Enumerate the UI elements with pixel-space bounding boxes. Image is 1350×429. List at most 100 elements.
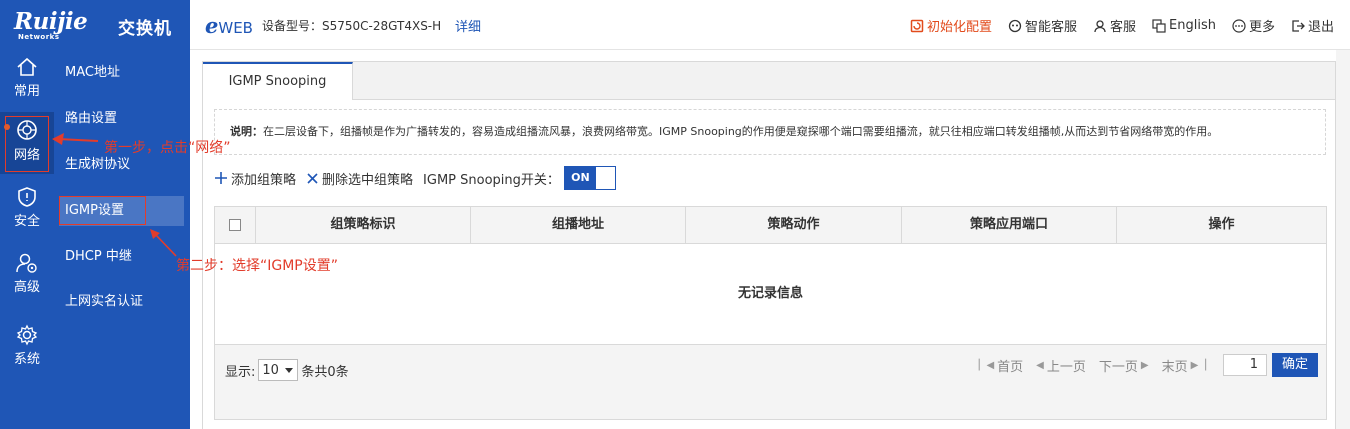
col-policy-ports: 策略应用端口 — [902, 207, 1117, 243]
pager: 显示: 10 条共0条 ▏◀ 首页 ◀ 上一页 下一页 ▶ 末页 ▶▕ 1 确定 — [215, 345, 1326, 419]
service-button[interactable]: 客服 — [1093, 16, 1136, 35]
advanced-user-icon — [16, 253, 37, 273]
language-icon — [1152, 18, 1166, 33]
toggle-knob — [595, 167, 615, 189]
description-text: 在二层设备下，组播帧是作为广播转发的，容易造成组播流风暴，浪费网络带宽。IGMP… — [263, 125, 1219, 138]
total-text: 条共0条 — [301, 364, 349, 380]
robot-icon — [1008, 19, 1022, 33]
page-number-input[interactable]: 1 — [1223, 354, 1267, 376]
notification-dot — [4, 124, 10, 130]
logout-button[interactable]: 退出 — [1291, 16, 1334, 35]
pager-right: ▏◀ 首页 ◀ 上一页 下一页 ▶ 末页 ▶▕ 1 确定 — [979, 353, 1318, 377]
submenu-mac[interactable]: MAC地址 — [54, 58, 190, 88]
close-icon — [307, 172, 318, 184]
page-size-select[interactable]: 10 — [258, 359, 299, 381]
gear-icon — [16, 324, 38, 346]
toolbar: 添加组策略 删除选中组策略 IGMP Snooping开关： ON — [214, 166, 616, 190]
last-page-button[interactable]: 末页 ▶▕ — [1162, 356, 1206, 375]
delete-policy-label: 删除选中组策略 — [322, 172, 414, 188]
language-label: English — [1169, 18, 1216, 33]
select-all-checkbox[interactable] — [229, 218, 241, 231]
show-label: 显示: — [225, 364, 256, 380]
shield-icon — [18, 187, 36, 207]
nav-security-label: 安全 — [13, 214, 40, 229]
first-page-label: 首页 — [997, 359, 1024, 375]
smart-service-button[interactable]: 智能客服 — [1008, 16, 1077, 35]
col-policy-id: 组策略标识 — [256, 207, 471, 243]
nav-security[interactable]: 安全 — [0, 180, 54, 242]
first-page-button[interactable]: ▏◀ 首页 — [979, 356, 1023, 375]
more-label: 更多 — [1248, 20, 1275, 35]
eweb-logo: eWEB — [205, 13, 253, 38]
main-content: IGMP Snooping 说明：在二层设备下，组播帧是作为广播转发的，容易造成… — [202, 61, 1336, 429]
user-icon — [1093, 19, 1107, 33]
tab-igmp-snooping[interactable]: IGMP Snooping — [203, 62, 353, 100]
next-page-icon: ▶ — [1140, 359, 1149, 371]
confirm-page-button[interactable]: 确定 — [1272, 353, 1318, 377]
submenu-realname-auth[interactable]: 上网实名认证 — [54, 287, 190, 317]
toggle-state: ON — [564, 167, 596, 189]
tab-bar: IGMP Snooping — [203, 62, 1335, 100]
top-nav: 初始化配置 智能客服 客服 English 更多 退出 — [910, 16, 1334, 35]
caret-down-icon — [285, 367, 294, 373]
nav-advanced[interactable]: 高级 — [0, 246, 54, 308]
description-prefix: 说明： — [230, 125, 263, 138]
annotation-step2: 第二步：选择“IGMP设置” — [176, 258, 339, 274]
init-config-button[interactable]: 初始化配置 — [910, 16, 992, 35]
policy-table: 组策略标识 组播地址 策略动作 策略应用端口 操作 无记录信息 显示: 10 条… — [214, 206, 1327, 420]
prev-page-label: 上一页 — [1046, 359, 1086, 375]
eweb-text: WEB — [218, 19, 253, 37]
highlight-box-network — [5, 116, 49, 172]
next-page-label: 下一页 — [1098, 359, 1138, 375]
prev-page-button[interactable]: ◀ 上一页 — [1036, 356, 1086, 375]
col-multicast-addr: 组播地址 — [471, 207, 686, 243]
annotation-step1: 第一步，点击“网络” — [104, 140, 231, 156]
nav-system-label: 系统 — [13, 352, 40, 367]
service-label: 客服 — [1110, 20, 1137, 35]
add-policy-button[interactable]: 添加组策略 — [214, 169, 296, 188]
select-all-cell — [215, 207, 256, 243]
nav-common[interactable]: 常用 — [0, 50, 54, 112]
language-button[interactable]: English — [1152, 16, 1216, 35]
page-scrollbar[interactable] — [1336, 50, 1350, 429]
top-bar: Ruijie Networks 交换机 eWEB 设备型号：S5750C-28G… — [0, 0, 1350, 50]
switch-label: IGMP Snooping开关： — [423, 172, 560, 188]
eweb-e: e — [205, 13, 219, 38]
ruijie-logo-sub: Networks — [18, 33, 60, 41]
igmp-snooping-toggle[interactable]: ON — [563, 166, 616, 190]
plus-icon — [215, 172, 227, 184]
table-header: 组策略标识 组播地址 策略动作 策略应用端口 操作 — [215, 207, 1326, 244]
logout-label: 退出 — [1307, 20, 1334, 35]
brand: Ruijie Networks 交换机 — [0, 0, 190, 50]
empty-message: 无记录信息 — [215, 244, 1326, 345]
delete-policy-button[interactable]: 删除选中组策略 — [306, 169, 413, 188]
prev-page-icon: ◀ — [1036, 359, 1044, 371]
detail-link[interactable]: 详细 — [455, 16, 481, 35]
logout-icon — [1291, 19, 1305, 33]
ruijie-logo: Ruijie — [14, 8, 88, 35]
nav-system[interactable]: 系统 — [0, 318, 54, 380]
annotation-arrow-1 — [52, 133, 99, 145]
nav-advanced-label: 高级 — [13, 280, 40, 295]
more-icon — [1232, 18, 1246, 33]
highlight-box-igmp — [59, 196, 146, 225]
device-model: 设备型号：S5750C-28GT4XS-H — [262, 19, 442, 33]
last-page-label: 末页 — [1161, 359, 1188, 375]
more-button[interactable]: 更多 — [1232, 16, 1275, 35]
page-size-value: 10 — [262, 362, 279, 378]
icon-sidebar: 常用 网络 安全 高级 系统 — [0, 50, 54, 429]
reset-icon — [910, 19, 924, 33]
next-page-button[interactable]: 下一页 ▶ — [1099, 356, 1149, 375]
first-page-icon: ▏◀ — [978, 359, 995, 371]
col-operation: 操作 — [1208, 217, 1235, 232]
last-page-icon: ▶▕ — [1190, 359, 1206, 371]
home-icon — [17, 57, 37, 76]
smart-service-label: 智能客服 — [1024, 20, 1077, 35]
description-box: 说明：在二层设备下，组播帧是作为广播转发的，容易造成组播流风暴，浪费网络带宽。I… — [214, 109, 1326, 155]
pager-left: 显示: 10 条共0条 — [225, 359, 349, 381]
nav-common-label: 常用 — [13, 84, 40, 99]
add-policy-label: 添加组策略 — [231, 172, 297, 188]
product-name: 交换机 — [118, 19, 172, 39]
col-policy-action: 策略动作 — [686, 207, 902, 243]
init-config-label: 初始化配置 — [926, 20, 992, 35]
